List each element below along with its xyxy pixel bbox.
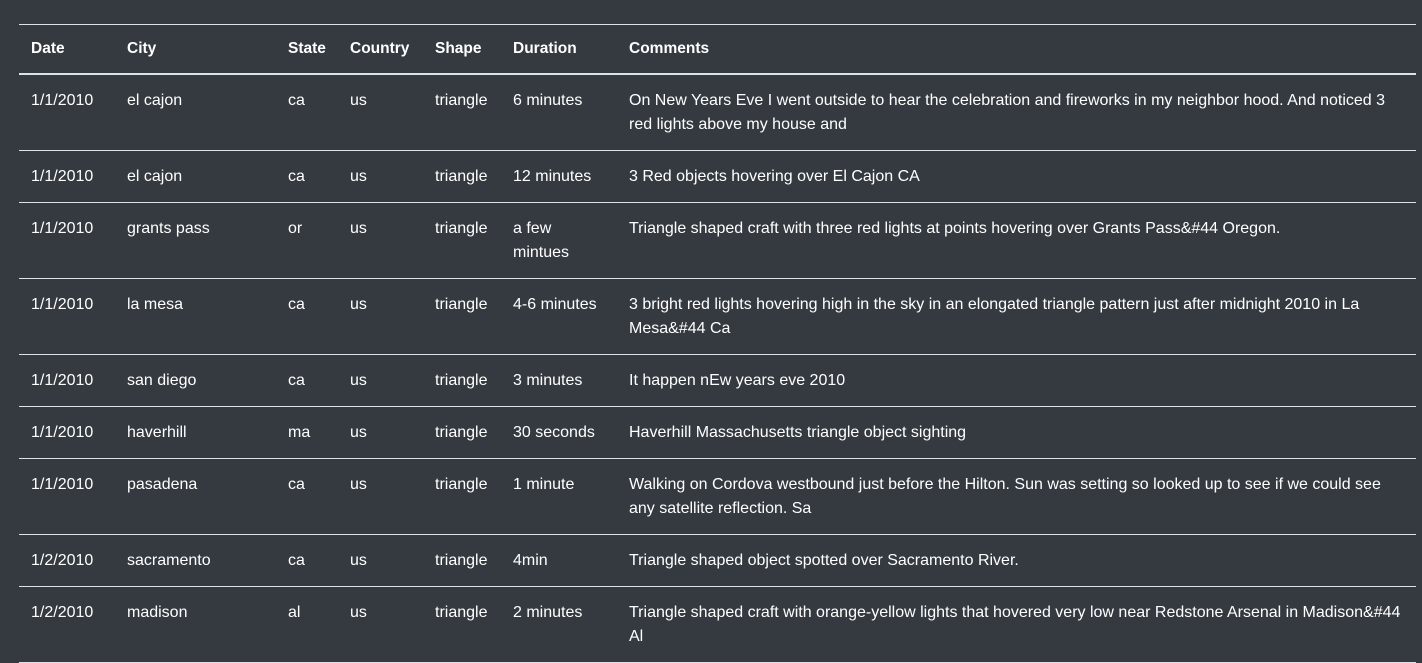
cell-country: us [338, 406, 423, 459]
cell-country: us [338, 74, 423, 151]
cell-city: la mesa [115, 278, 276, 355]
cell-comments: 3 Red objects hovering over El Cajon CA [617, 150, 1416, 203]
cell-state: al [276, 586, 338, 663]
cell-city: pasadena [115, 458, 276, 535]
cell-country: us [338, 202, 423, 279]
cell-state: ca [276, 458, 338, 535]
cell-duration: 4min [501, 534, 617, 587]
ufo-sightings-table-container: Date City State Country Shape Duration C… [19, 24, 1416, 663]
cell-shape: triangle [423, 74, 501, 151]
table-body: 1/1/2010 el cajon ca us triangle 6 minutes On … [19, 74, 1416, 663]
header-date: Date [19, 24, 115, 75]
cell-shape: triangle [423, 202, 501, 279]
table-row: 1/1/2010 la mesa ca us triangle 4-6 minutes 3 … [19, 278, 1416, 355]
cell-date: 1/1/2010 [19, 278, 115, 355]
cell-date: 1/1/2010 [19, 406, 115, 459]
cell-shape: triangle [423, 534, 501, 587]
cell-duration: a few mintues [501, 202, 617, 279]
table-row: 1/1/2010 san diego ca us triangle 3 minutes It… [19, 354, 1416, 407]
cell-state: ca [276, 278, 338, 355]
table-header: Date City State Country Shape Duration C… [19, 24, 1416, 75]
cell-date: 1/1/2010 [19, 354, 115, 407]
cell-duration: 30 seconds [501, 406, 617, 459]
cell-shape: triangle [423, 150, 501, 203]
table-row: 1/1/2010 haverhill ma us triangle 30 seconds H… [19, 406, 1416, 459]
cell-comments: On New Years Eve I went outside to hear … [617, 74, 1416, 151]
cell-comments: Walking on Cordova westbound just before… [617, 458, 1416, 535]
cell-duration: 4-6 minutes [501, 278, 617, 355]
cell-country: us [338, 354, 423, 407]
cell-city: san diego [115, 354, 276, 407]
cell-city: el cajon [115, 150, 276, 203]
cell-shape: triangle [423, 406, 501, 459]
header-city: City [115, 24, 276, 75]
cell-state: ca [276, 354, 338, 407]
cell-date: 1/1/2010 [19, 150, 115, 203]
cell-duration: 2 minutes [501, 586, 617, 663]
cell-date: 1/2/2010 [19, 534, 115, 587]
cell-state: ca [276, 534, 338, 587]
cell-country: us [338, 534, 423, 587]
cell-duration: 3 minutes [501, 354, 617, 407]
cell-comments: Triangle shaped craft with three red lig… [617, 202, 1416, 279]
cell-date: 1/1/2010 [19, 74, 115, 151]
table-row: 1/2/2010 madison al us triangle 2 minutes Tria… [19, 586, 1416, 663]
cell-country: us [338, 150, 423, 203]
cell-country: us [338, 586, 423, 663]
cell-city: haverhill [115, 406, 276, 459]
cell-duration: 6 minutes [501, 74, 617, 151]
cell-duration: 12 minutes [501, 150, 617, 203]
table-row: 1/1/2010 el cajon ca us triangle 6 minutes On … [19, 74, 1416, 151]
cell-state: ca [276, 74, 338, 151]
cell-country: us [338, 278, 423, 355]
cell-city: grants pass [115, 202, 276, 279]
cell-date: 1/2/2010 [19, 586, 115, 663]
cell-city: el cajon [115, 74, 276, 151]
table-row: 1/2/2010 sacramento ca us triangle 4min Triang… [19, 534, 1416, 587]
cell-state: or [276, 202, 338, 279]
header-comments: Comments [617, 24, 1416, 75]
cell-comments: It happen nEw years eve 2010 [617, 354, 1416, 407]
cell-state: ca [276, 150, 338, 203]
table-row: 1/1/2010 pasadena ca us triangle 1 minute Walk… [19, 458, 1416, 535]
cell-comments: Triangle shaped object spotted over Sacr… [617, 534, 1416, 587]
table-row: 1/1/2010 el cajon ca us triangle 12 minutes 3 … [19, 150, 1416, 203]
ufo-sightings-table: Date City State Country Shape Duration C… [19, 24, 1416, 663]
header-duration: Duration [501, 24, 617, 75]
table-row: 1/1/2010 grants pass or us triangle a few min… [19, 202, 1416, 279]
header-row: Date City State Country Shape Duration C… [19, 24, 1416, 75]
cell-comments: Triangle shaped craft with orange-yellow… [617, 586, 1416, 663]
header-state: State [276, 24, 338, 75]
cell-comments: 3 bright red lights hovering high in the… [617, 278, 1416, 355]
header-country: Country [338, 24, 423, 75]
cell-shape: triangle [423, 278, 501, 355]
header-shape: Shape [423, 24, 501, 75]
cell-state: ma [276, 406, 338, 459]
cell-country: us [338, 458, 423, 535]
cell-city: madison [115, 586, 276, 663]
cell-shape: triangle [423, 354, 501, 407]
cell-date: 1/1/2010 [19, 202, 115, 279]
cell-shape: triangle [423, 458, 501, 535]
cell-comments: Haverhill Massachusetts triangle object … [617, 406, 1416, 459]
cell-duration: 1 minute [501, 458, 617, 535]
cell-city: sacramento [115, 534, 276, 587]
cell-date: 1/1/2010 [19, 458, 115, 535]
cell-shape: triangle [423, 586, 501, 663]
